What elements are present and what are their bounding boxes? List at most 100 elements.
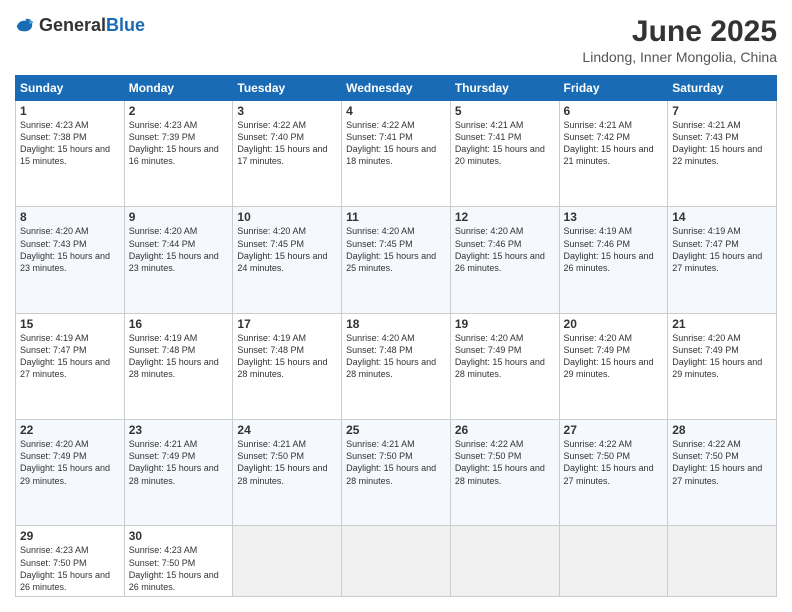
calendar-cell: 20 Sunrise: 4:20 AMSunset: 7:49 PMDaylig… [559, 313, 668, 419]
calendar-cell [450, 526, 559, 597]
day-number: 8 [20, 210, 120, 224]
cell-text: Sunrise: 4:20 AMSunset: 7:44 PMDaylight:… [129, 226, 219, 272]
cell-text: Sunrise: 4:23 AMSunset: 7:38 PMDaylight:… [20, 120, 110, 166]
day-number: 1 [20, 104, 120, 118]
day-number: 9 [129, 210, 229, 224]
day-number: 23 [129, 423, 229, 437]
day-header-friday: Friday [559, 76, 668, 101]
day-number: 20 [564, 317, 664, 331]
page: General Blue June 2025 Lindong, Inner Mo… [0, 0, 792, 612]
calendar-cell: 10 Sunrise: 4:20 AMSunset: 7:45 PMDaylig… [233, 207, 342, 313]
day-number: 11 [346, 210, 446, 224]
calendar-week-2: 8 Sunrise: 4:20 AMSunset: 7:43 PMDayligh… [16, 207, 777, 313]
logo-text: General Blue [39, 15, 145, 36]
logo: General Blue [15, 15, 145, 36]
calendar-cell: 3 Sunrise: 4:22 AMSunset: 7:40 PMDayligh… [233, 101, 342, 207]
day-number: 24 [237, 423, 337, 437]
cell-text: Sunrise: 4:20 AMSunset: 7:49 PMDaylight:… [564, 333, 654, 379]
calendar-cell: 16 Sunrise: 4:19 AMSunset: 7:48 PMDaylig… [124, 313, 233, 419]
cell-text: Sunrise: 4:20 AMSunset: 7:45 PMDaylight:… [237, 226, 327, 272]
day-number: 30 [129, 529, 229, 543]
calendar-cell: 15 Sunrise: 4:19 AMSunset: 7:47 PMDaylig… [16, 313, 125, 419]
cell-text: Sunrise: 4:22 AMSunset: 7:40 PMDaylight:… [237, 120, 327, 166]
day-number: 10 [237, 210, 337, 224]
cell-text: Sunrise: 4:19 AMSunset: 7:48 PMDaylight:… [129, 333, 219, 379]
day-number: 19 [455, 317, 555, 331]
cell-text: Sunrise: 4:22 AMSunset: 7:41 PMDaylight:… [346, 120, 436, 166]
calendar-header-row: SundayMondayTuesdayWednesdayThursdayFrid… [16, 76, 777, 101]
header: General Blue June 2025 Lindong, Inner Mo… [15, 15, 777, 65]
day-header-monday: Monday [124, 76, 233, 101]
cell-text: Sunrise: 4:20 AMSunset: 7:45 PMDaylight:… [346, 226, 436, 272]
day-number: 14 [672, 210, 772, 224]
calendar-cell [342, 526, 451, 597]
cell-text: Sunrise: 4:23 AMSunset: 7:50 PMDaylight:… [20, 545, 110, 591]
cell-text: Sunrise: 4:22 AMSunset: 7:50 PMDaylight:… [672, 439, 762, 485]
day-header-tuesday: Tuesday [233, 76, 342, 101]
cell-text: Sunrise: 4:20 AMSunset: 7:46 PMDaylight:… [455, 226, 545, 272]
calendar-week-4: 22 Sunrise: 4:20 AMSunset: 7:49 PMDaylig… [16, 420, 777, 526]
calendar-cell: 9 Sunrise: 4:20 AMSunset: 7:44 PMDayligh… [124, 207, 233, 313]
calendar-cell [233, 526, 342, 597]
cell-text: Sunrise: 4:22 AMSunset: 7:50 PMDaylight:… [455, 439, 545, 485]
day-number: 7 [672, 104, 772, 118]
calendar-cell: 2 Sunrise: 4:23 AMSunset: 7:39 PMDayligh… [124, 101, 233, 207]
day-header-thursday: Thursday [450, 76, 559, 101]
title-block: June 2025 Lindong, Inner Mongolia, China [582, 15, 777, 65]
day-number: 2 [129, 104, 229, 118]
cell-text: Sunrise: 4:21 AMSunset: 7:50 PMDaylight:… [237, 439, 327, 485]
cell-text: Sunrise: 4:21 AMSunset: 7:41 PMDaylight:… [455, 120, 545, 166]
day-number: 4 [346, 104, 446, 118]
day-number: 6 [564, 104, 664, 118]
calendar-cell: 18 Sunrise: 4:20 AMSunset: 7:48 PMDaylig… [342, 313, 451, 419]
calendar-cell [668, 526, 777, 597]
cell-text: Sunrise: 4:23 AMSunset: 7:39 PMDaylight:… [129, 120, 219, 166]
day-number: 26 [455, 423, 555, 437]
cell-text: Sunrise: 4:20 AMSunset: 7:49 PMDaylight:… [455, 333, 545, 379]
calendar-cell: 1 Sunrise: 4:23 AMSunset: 7:38 PMDayligh… [16, 101, 125, 207]
cell-text: Sunrise: 4:21 AMSunset: 7:43 PMDaylight:… [672, 120, 762, 166]
cell-text: Sunrise: 4:22 AMSunset: 7:50 PMDaylight:… [564, 439, 654, 485]
calendar-cell: 13 Sunrise: 4:19 AMSunset: 7:46 PMDaylig… [559, 207, 668, 313]
day-number: 12 [455, 210, 555, 224]
cell-text: Sunrise: 4:21 AMSunset: 7:50 PMDaylight:… [346, 439, 436, 485]
calendar-cell: 11 Sunrise: 4:20 AMSunset: 7:45 PMDaylig… [342, 207, 451, 313]
calendar-cell: 8 Sunrise: 4:20 AMSunset: 7:43 PMDayligh… [16, 207, 125, 313]
calendar-cell: 27 Sunrise: 4:22 AMSunset: 7:50 PMDaylig… [559, 420, 668, 526]
day-number: 13 [564, 210, 664, 224]
cell-text: Sunrise: 4:21 AMSunset: 7:42 PMDaylight:… [564, 120, 654, 166]
logo-blue: Blue [106, 15, 145, 36]
calendar-cell: 12 Sunrise: 4:20 AMSunset: 7:46 PMDaylig… [450, 207, 559, 313]
logo-general: General [39, 15, 106, 36]
calendar-cell: 26 Sunrise: 4:22 AMSunset: 7:50 PMDaylig… [450, 420, 559, 526]
day-number: 28 [672, 423, 772, 437]
day-number: 25 [346, 423, 446, 437]
calendar-cell: 5 Sunrise: 4:21 AMSunset: 7:41 PMDayligh… [450, 101, 559, 207]
calendar-cell [559, 526, 668, 597]
cell-text: Sunrise: 4:19 AMSunset: 7:47 PMDaylight:… [672, 226, 762, 272]
day-header-sunday: Sunday [16, 76, 125, 101]
calendar-cell: 23 Sunrise: 4:21 AMSunset: 7:49 PMDaylig… [124, 420, 233, 526]
cell-text: Sunrise: 4:21 AMSunset: 7:49 PMDaylight:… [129, 439, 219, 485]
logo-icon [15, 16, 35, 36]
cell-text: Sunrise: 4:20 AMSunset: 7:48 PMDaylight:… [346, 333, 436, 379]
cell-text: Sunrise: 4:23 AMSunset: 7:50 PMDaylight:… [129, 545, 219, 591]
day-number: 27 [564, 423, 664, 437]
cell-text: Sunrise: 4:19 AMSunset: 7:46 PMDaylight:… [564, 226, 654, 272]
day-number: 29 [20, 529, 120, 543]
calendar-week-5: 29 Sunrise: 4:23 AMSunset: 7:50 PMDaylig… [16, 526, 777, 597]
cell-text: Sunrise: 4:20 AMSunset: 7:49 PMDaylight:… [672, 333, 762, 379]
calendar-cell: 28 Sunrise: 4:22 AMSunset: 7:50 PMDaylig… [668, 420, 777, 526]
calendar-cell: 21 Sunrise: 4:20 AMSunset: 7:49 PMDaylig… [668, 313, 777, 419]
calendar-cell: 14 Sunrise: 4:19 AMSunset: 7:47 PMDaylig… [668, 207, 777, 313]
day-number: 5 [455, 104, 555, 118]
calendar-cell: 17 Sunrise: 4:19 AMSunset: 7:48 PMDaylig… [233, 313, 342, 419]
cell-text: Sunrise: 4:19 AMSunset: 7:47 PMDaylight:… [20, 333, 110, 379]
calendar-cell: 6 Sunrise: 4:21 AMSunset: 7:42 PMDayligh… [559, 101, 668, 207]
calendar-table: SundayMondayTuesdayWednesdayThursdayFrid… [15, 75, 777, 597]
calendar-week-1: 1 Sunrise: 4:23 AMSunset: 7:38 PMDayligh… [16, 101, 777, 207]
day-header-wednesday: Wednesday [342, 76, 451, 101]
calendar-week-3: 15 Sunrise: 4:19 AMSunset: 7:47 PMDaylig… [16, 313, 777, 419]
day-number: 17 [237, 317, 337, 331]
day-number: 15 [20, 317, 120, 331]
